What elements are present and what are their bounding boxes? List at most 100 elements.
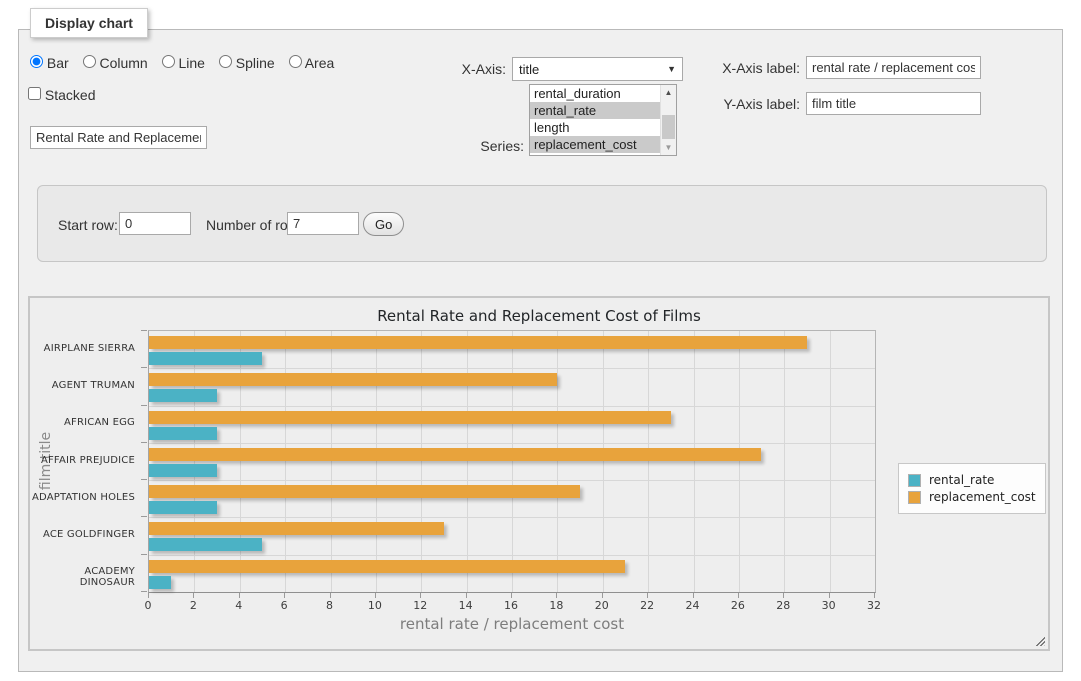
chart-type-column-radio[interactable] <box>83 55 96 68</box>
scrollbar-thumb[interactable] <box>662 115 675 139</box>
y-tick-mark <box>141 405 147 406</box>
chart-title: Rental Rate and Replacement Cost of Film… <box>30 307 1048 325</box>
legend-swatch-rental_rate <box>908 474 921 487</box>
x-tick-mark <box>148 593 149 598</box>
chart-type-radio-group: Bar Column Line Spline Area <box>30 55 344 71</box>
x-tick-label: 10 <box>358 599 392 612</box>
go-button[interactable]: Go <box>363 212 404 236</box>
series-option-replacement_cost[interactable]: replacement_cost <box>530 136 660 153</box>
series-option-length[interactable]: length <box>530 119 660 136</box>
gridline-vertical <box>694 331 695 592</box>
chart-title-input[interactable] <box>30 126 207 149</box>
x-tick-mark <box>693 593 694 598</box>
category-label: AFRICAN EGG <box>30 417 142 428</box>
gridline-vertical <box>784 331 785 592</box>
x-tick-mark <box>783 593 784 598</box>
num-rows-input[interactable] <box>287 212 359 235</box>
x-tick-label: 0 <box>131 599 165 612</box>
page: Display chart Bar Column Line Spline Are… <box>0 0 1081 681</box>
gridline-horizontal <box>149 406 875 407</box>
y-axis-label-caption: Y-Axis label: <box>700 96 800 112</box>
category-label: ADAPTATION HOLES <box>30 492 142 503</box>
y-tick-mark <box>141 442 147 443</box>
chevron-down-icon: ▼ <box>667 64 676 74</box>
category-label: AFFAIR PREJUDICE <box>30 455 142 466</box>
gridline-vertical <box>194 331 195 592</box>
start-row-label: Start row: <box>58 217 118 233</box>
x-axis-label-input[interactable] <box>806 56 981 79</box>
gridline-vertical <box>603 331 604 592</box>
x-tick-label: 6 <box>267 599 301 612</box>
series-option-rental_duration[interactable]: rental_duration <box>530 85 660 102</box>
x-tick-mark <box>239 593 240 598</box>
x-tick-label: 20 <box>585 599 619 612</box>
bar-replacement_cost <box>149 336 807 349</box>
chart-container: Rental Rate and Replacement Cost of Film… <box>28 296 1050 651</box>
legend-row: rental_rate <box>908 473 1036 487</box>
gridline-vertical <box>830 331 831 592</box>
category-label: ACADEMY DINOSAUR <box>30 566 142 588</box>
x-tick-mark <box>602 593 603 598</box>
chart-type-area-radio[interactable] <box>289 55 302 68</box>
y-tick-mark <box>141 330 147 331</box>
gridline-horizontal <box>149 480 875 481</box>
x-tick-label: 30 <box>812 599 846 612</box>
chart-type-column[interactable]: Column <box>83 55 148 71</box>
gridline-vertical <box>739 331 740 592</box>
x-axis-title: rental rate / replacement cost <box>148 615 876 633</box>
bar-rental_rate <box>149 576 171 589</box>
series-listbox[interactable]: rental_durationrental_ratelengthreplacem… <box>529 84 677 156</box>
bar-replacement_cost <box>149 411 671 424</box>
gridline-vertical <box>285 331 286 592</box>
category-label: AIRPLANE SIERRA <box>30 343 142 354</box>
chart-type-line-radio[interactable] <box>162 55 175 68</box>
y-axis-label-input[interactable] <box>806 92 981 115</box>
chart-type-bar-radio[interactable] <box>30 55 43 68</box>
bar-rental_rate <box>149 389 217 402</box>
x-axis-label-text: X-Axis: <box>450 61 506 77</box>
bar-replacement_cost <box>149 522 444 535</box>
scrollbar-down-icon[interactable]: ▼ <box>661 140 676 155</box>
bar-replacement_cost <box>149 448 761 461</box>
x-tick-mark <box>511 593 512 598</box>
gridline-vertical <box>467 331 468 592</box>
gridline-horizontal <box>149 517 875 518</box>
chart-type-spline-radio[interactable] <box>219 55 232 68</box>
series-scrollbar[interactable]: ▲ ▼ <box>660 85 676 155</box>
stacked-label[interactable]: Stacked <box>28 87 95 103</box>
bar-rental_rate <box>149 464 217 477</box>
gridline-vertical <box>376 331 377 592</box>
y-tick-mark <box>141 591 147 592</box>
y-tick-mark <box>141 554 147 555</box>
x-axis-select[interactable]: title ▼ <box>512 57 683 81</box>
fieldset-legend: Display chart <box>30 8 148 38</box>
x-tick-mark <box>284 593 285 598</box>
series-label-text: Series: <box>460 138 524 154</box>
bar-rental_rate <box>149 501 217 514</box>
x-tick-mark <box>420 593 421 598</box>
x-tick-label: 4 <box>222 599 256 612</box>
x-tick-label: 2 <box>176 599 210 612</box>
x-axis-label-caption: X-Axis label: <box>700 60 800 76</box>
x-tick-label: 26 <box>721 599 755 612</box>
series-option-rental_rate[interactable]: rental_rate <box>530 102 660 119</box>
bar-rental_rate <box>149 538 262 551</box>
gridline-vertical <box>648 331 649 592</box>
legend-swatch-replacement_cost <box>908 491 921 504</box>
x-tick-label: 12 <box>403 599 437 612</box>
resize-handle-icon[interactable] <box>1034 635 1045 646</box>
x-tick-mark <box>647 593 648 598</box>
x-tick-mark <box>330 593 331 598</box>
chart-type-line[interactable]: Line <box>162 55 205 71</box>
y-tick-mark <box>141 479 147 480</box>
stacked-checkbox[interactable] <box>28 87 41 100</box>
x-tick-label: 8 <box>313 599 347 612</box>
series-options: rental_durationrental_ratelengthreplacem… <box>530 85 660 155</box>
gridline-vertical <box>512 331 513 592</box>
start-row-input[interactable] <box>119 212 191 235</box>
chart-type-area[interactable]: Area <box>289 55 335 71</box>
x-tick-label: 14 <box>449 599 483 612</box>
chart-type-spline[interactable]: Spline <box>219 55 275 71</box>
scrollbar-up-icon[interactable]: ▲ <box>661 85 676 100</box>
chart-type-bar[interactable]: Bar <box>30 55 69 71</box>
